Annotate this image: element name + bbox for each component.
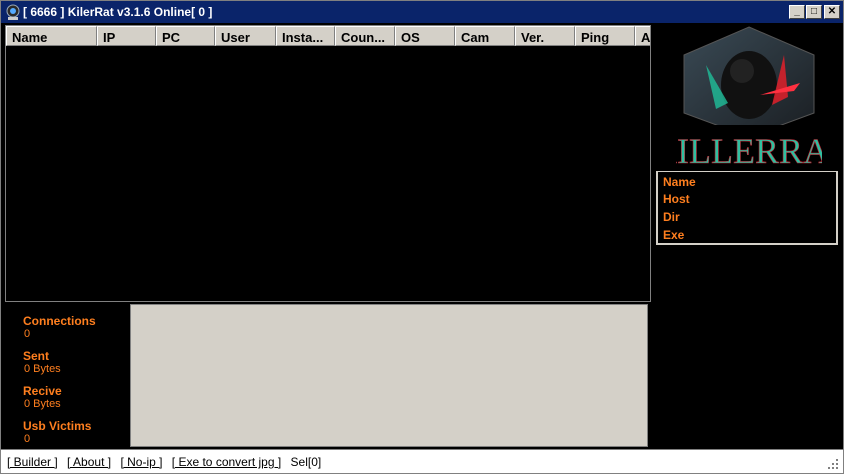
builder-link[interactable]: [ Builder ]: [7, 455, 58, 469]
minimize-button[interactable]: _: [789, 5, 805, 19]
noip-link[interactable]: [ No-ip ]: [120, 455, 162, 469]
log-panel[interactable]: [130, 304, 648, 447]
info-dir-label: Dir: [663, 210, 680, 224]
list-header: Name IP PC User Insta... Coun... OS Cam …: [6, 26, 650, 46]
sent-value: 0 Bytes: [24, 363, 61, 375]
column-pc[interactable]: PC: [156, 26, 215, 46]
exe-to-jpg-link[interactable]: [ Exe to convert jpg ]: [172, 455, 281, 469]
maximize-button[interactable]: □: [806, 5, 822, 19]
column-user[interactable]: User: [215, 26, 276, 46]
column-os[interactable]: OS: [395, 26, 455, 46]
app-icon: [6, 4, 20, 20]
usb-victims-value: 0: [24, 433, 31, 445]
column-cam[interactable]: Cam: [455, 26, 515, 46]
connections-label: Connections: [23, 314, 96, 328]
column-ip[interactable]: IP: [97, 26, 156, 46]
info-name-label: Name: [663, 175, 696, 189]
killerrat-logo: KILLERRAT: [676, 26, 822, 171]
column-ping[interactable]: Ping: [575, 26, 635, 46]
about-link[interactable]: [ About ]: [67, 455, 111, 469]
info-host-label: Host: [663, 192, 690, 206]
column-install[interactable]: Insta...: [276, 26, 335, 46]
side-panel: KILLERRAT Name Host Dir Exe: [654, 25, 842, 447]
resize-grip-icon[interactable]: [827, 458, 839, 470]
svg-text:KILLERRAT: KILLERRAT: [676, 131, 822, 171]
usb-victims-label: Usb Victims: [23, 419, 92, 433]
sent-label: Sent: [23, 349, 50, 363]
stats-panel: Connections 0 Sent 0 Bytes Recive 0 Byte…: [5, 303, 129, 447]
title-bar[interactable]: [ 6666 ] KilerRat v3.1.6 Online[ 0 ] _ □…: [1, 1, 843, 23]
close-button[interactable]: ✕: [824, 5, 840, 19]
victim-info-box: Name Host Dir Exe: [656, 171, 838, 245]
column-country[interactable]: Coun...: [335, 26, 395, 46]
column-version[interactable]: Ver.: [515, 26, 575, 46]
column-a[interactable]: A: [635, 26, 650, 46]
recive-value: 0 Bytes: [24, 398, 61, 410]
column-name[interactable]: Name: [6, 26, 97, 46]
main-window: [ 6666 ] KilerRat v3.1.6 Online[ 0 ] _ □…: [0, 0, 844, 474]
connections-value: 0: [24, 328, 31, 340]
victims-list[interactable]: Name IP PC User Insta... Coun... OS Cam …: [5, 25, 651, 302]
info-exe-label: Exe: [663, 228, 685, 242]
selection-count: Sel[0]: [290, 455, 322, 469]
window-title: [ 6666 ] KilerRat v3.1.6 Online[ 0 ]: [23, 5, 213, 19]
status-bar: [ Builder ] [ About ] [ No-ip ] [ Exe to…: [1, 449, 843, 473]
recive-label: Recive: [23, 384, 62, 398]
